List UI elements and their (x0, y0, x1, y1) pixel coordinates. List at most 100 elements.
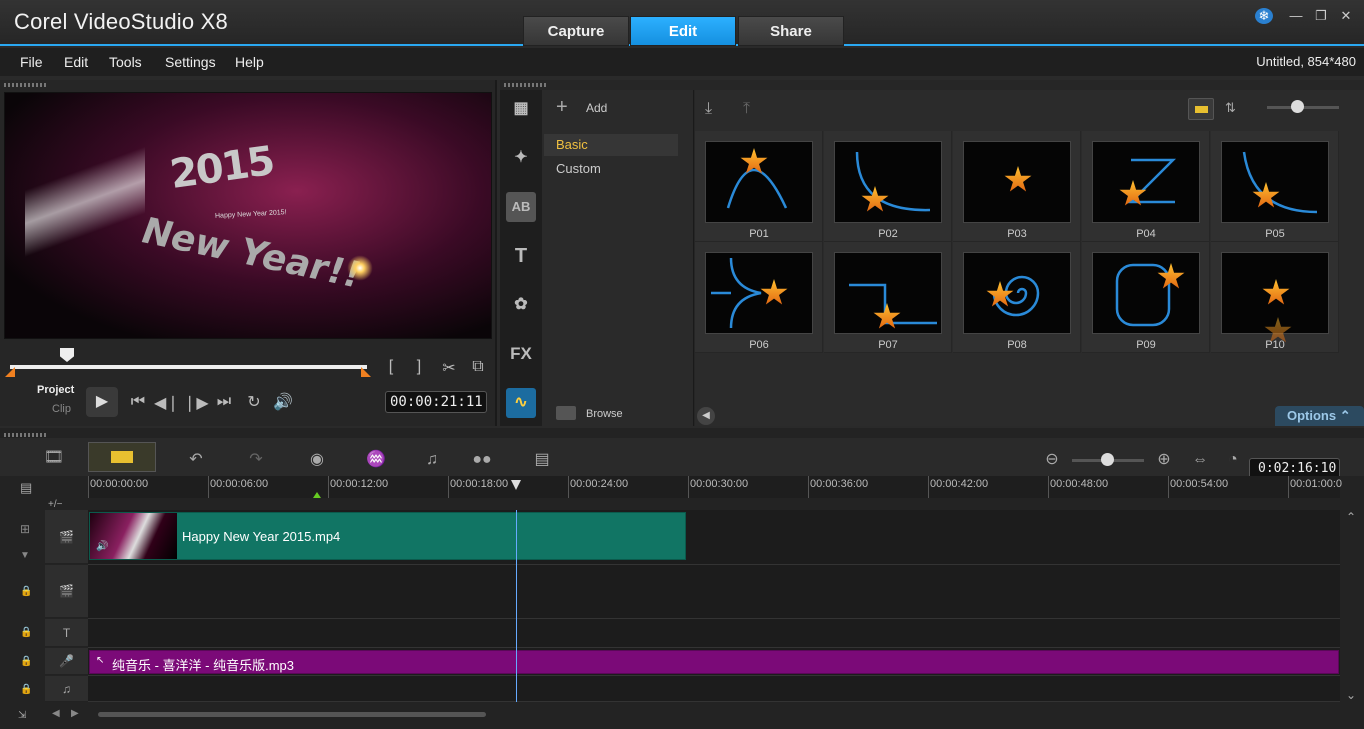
timecode-field[interactable]: 00:00:21:11 (385, 391, 487, 413)
tab-capture[interactable]: Capture (523, 16, 629, 46)
thumb-p05[interactable]: P05 (1211, 131, 1339, 242)
time-ruler[interactable]: 00:00:00:00 00:00:06:00 00:00:12:00 00:0… (88, 476, 1342, 498)
menu-help[interactable]: Help (235, 54, 264, 70)
mark-in-icon[interactable]: [ (384, 358, 398, 376)
add-label[interactable]: Add (586, 101, 607, 115)
zoom-out-icon[interactable]: ⊖ (1038, 448, 1066, 472)
auto-music-icon[interactable]: ♫ (418, 448, 446, 472)
panel-grip[interactable] (4, 83, 48, 87)
mode-clip[interactable]: Clip (52, 403, 71, 415)
thumb-p06[interactable]: P06 (695, 242, 823, 353)
ripple-edit-icon[interactable]: ⊞ (20, 522, 30, 536)
scroll-left-icon[interactable]: ◀ (52, 708, 60, 719)
next-frame-icon[interactable]: ❘▶ (183, 393, 209, 413)
snowflake-icon[interactable]: ❄ (1255, 8, 1273, 24)
scrub-bar[interactable] (10, 365, 367, 369)
panel-grip[interactable] (504, 83, 548, 87)
redo-icon[interactable]: ↷ (242, 448, 270, 472)
browse-label[interactable]: Browse (586, 408, 623, 420)
category-custom[interactable]: Custom (544, 158, 678, 180)
motion-tracking-icon[interactable]: ●● (468, 448, 496, 472)
import-icon[interactable]: ⤓ (705, 100, 725, 120)
lock-icon[interactable]: 🔒 (20, 586, 32, 597)
instant-project-icon[interactable]: ✦ (506, 143, 536, 173)
timeline-zoom-handle[interactable] (1101, 453, 1114, 466)
menu-settings[interactable]: Settings (165, 54, 216, 70)
timeline-view-button[interactable] (88, 442, 156, 472)
thumb-p01[interactable]: P01 (695, 131, 823, 242)
thumb-p09[interactable]: P09 (1082, 242, 1210, 353)
track-manager-icon[interactable]: ▤ (20, 480, 46, 496)
graphics-icon[interactable]: ✿ (506, 290, 536, 320)
thumb-p07[interactable]: P07 (824, 242, 952, 353)
sort-icon[interactable]: ⇅ (1225, 100, 1245, 120)
horizontal-scrollbar[interactable] (98, 712, 486, 717)
scroll-down-icon[interactable]: ⌄ (1346, 688, 1356, 702)
tab-edit[interactable]: Edit (630, 16, 736, 46)
lock-icon[interactable]: 🔒 (20, 656, 32, 667)
close-icon[interactable]: ✕ (1337, 8, 1355, 24)
browse-icon[interactable] (556, 406, 576, 420)
chevron-down-icon[interactable]: ▼ (20, 550, 30, 561)
previous-frame-icon[interactable]: ◀❘ (154, 393, 180, 413)
export-icon[interactable]: ⤒ (743, 100, 763, 120)
menu-edit[interactable]: Edit (64, 54, 88, 70)
zoom-in-icon[interactable]: ⊕ (1150, 448, 1178, 472)
options-button[interactable]: Options ⌃ (1275, 406, 1364, 426)
transition-icon[interactable]: AB (506, 192, 536, 222)
volume-icon[interactable]: 🔊 (271, 392, 295, 412)
fit-project-icon[interactable]: ⇔ (1186, 448, 1214, 472)
lock-icon[interactable]: 🔒 (20, 684, 32, 695)
filter-icon[interactable]: FX (506, 339, 536, 369)
thumb-p03[interactable]: P03 (953, 131, 1081, 242)
thumb-p10[interactable]: P10 (1211, 242, 1339, 353)
collapse-panel-icon[interactable]: ◀ (697, 407, 715, 425)
lock-icon[interactable]: 🔒 (20, 627, 32, 638)
thumb-p08[interactable]: P08 (953, 242, 1081, 353)
mark-out-icon[interactable]: ] (412, 358, 426, 376)
menu-file[interactable]: File (20, 54, 43, 70)
storyboard-view-icon[interactable]: 🎞 (40, 446, 68, 470)
category-basic[interactable]: Basic (544, 134, 678, 156)
end-icon[interactable]: ⏭ (212, 393, 236, 411)
panel-grip[interactable] (4, 433, 48, 437)
play-button[interactable]: ▶ (86, 387, 118, 417)
music-track-header[interactable]: ♫ (45, 676, 88, 702)
tab-share[interactable]: Share (738, 16, 844, 46)
title-icon[interactable]: T (506, 241, 536, 271)
thumbnail-view-button[interactable] (1188, 98, 1214, 120)
music-track[interactable] (88, 676, 1340, 702)
scroll-up-icon[interactable]: ⌃ (1346, 510, 1356, 524)
playhead-marker[interactable] (511, 480, 521, 490)
zoom-slider-handle[interactable] (1291, 100, 1304, 113)
media-icon[interactable]: ▦ (506, 94, 536, 124)
add-icon[interactable]: + (556, 96, 568, 119)
voice-track-header[interactable]: 🎤 (45, 648, 88, 675)
video-clip[interactable]: 🔊 Happy New Year 2015.mp4 (89, 512, 686, 560)
scrub-handle[interactable] (60, 348, 74, 362)
title-track[interactable] (88, 619, 1340, 648)
restore-icon[interactable]: ❐ (1312, 8, 1330, 24)
cue-marker[interactable] (313, 492, 321, 498)
preview-window[interactable]: 2015 Happy New Year 2015! New Year!! (4, 92, 492, 339)
add-remove-chapter[interactable]: +/− (48, 499, 62, 510)
home-icon[interactable]: ⏮ (126, 393, 150, 411)
undo-icon[interactable]: ↶ (182, 448, 210, 472)
track-options-icon[interactable]: ⇲ (18, 710, 26, 721)
subtitle-editor-icon[interactable]: ▤ (528, 448, 556, 472)
clock-icon[interactable]: ◔ (1219, 448, 1247, 472)
sound-mixer-icon[interactable]: ♒ (362, 448, 390, 472)
record-capture-icon[interactable]: ◉ (303, 448, 331, 472)
minimize-icon[interactable]: — (1287, 8, 1305, 24)
enlarge-icon[interactable]: ⧉ (468, 358, 488, 376)
repeat-icon[interactable]: ↻ (242, 392, 266, 412)
scroll-right-icon[interactable]: ▶ (71, 708, 79, 719)
scissors-icon[interactable]: ✂ (440, 358, 458, 378)
video-track-header[interactable]: 🎬 (45, 510, 88, 564)
mode-project[interactable]: Project (37, 384, 74, 396)
menu-tools[interactable]: Tools (109, 54, 142, 70)
path-icon[interactable]: ∿ (506, 388, 536, 418)
overlay-track[interactable] (88, 565, 1340, 619)
overlay-track-header[interactable]: 🎬 (45, 565, 88, 618)
thumb-p04[interactable]: P04 (1082, 131, 1210, 242)
